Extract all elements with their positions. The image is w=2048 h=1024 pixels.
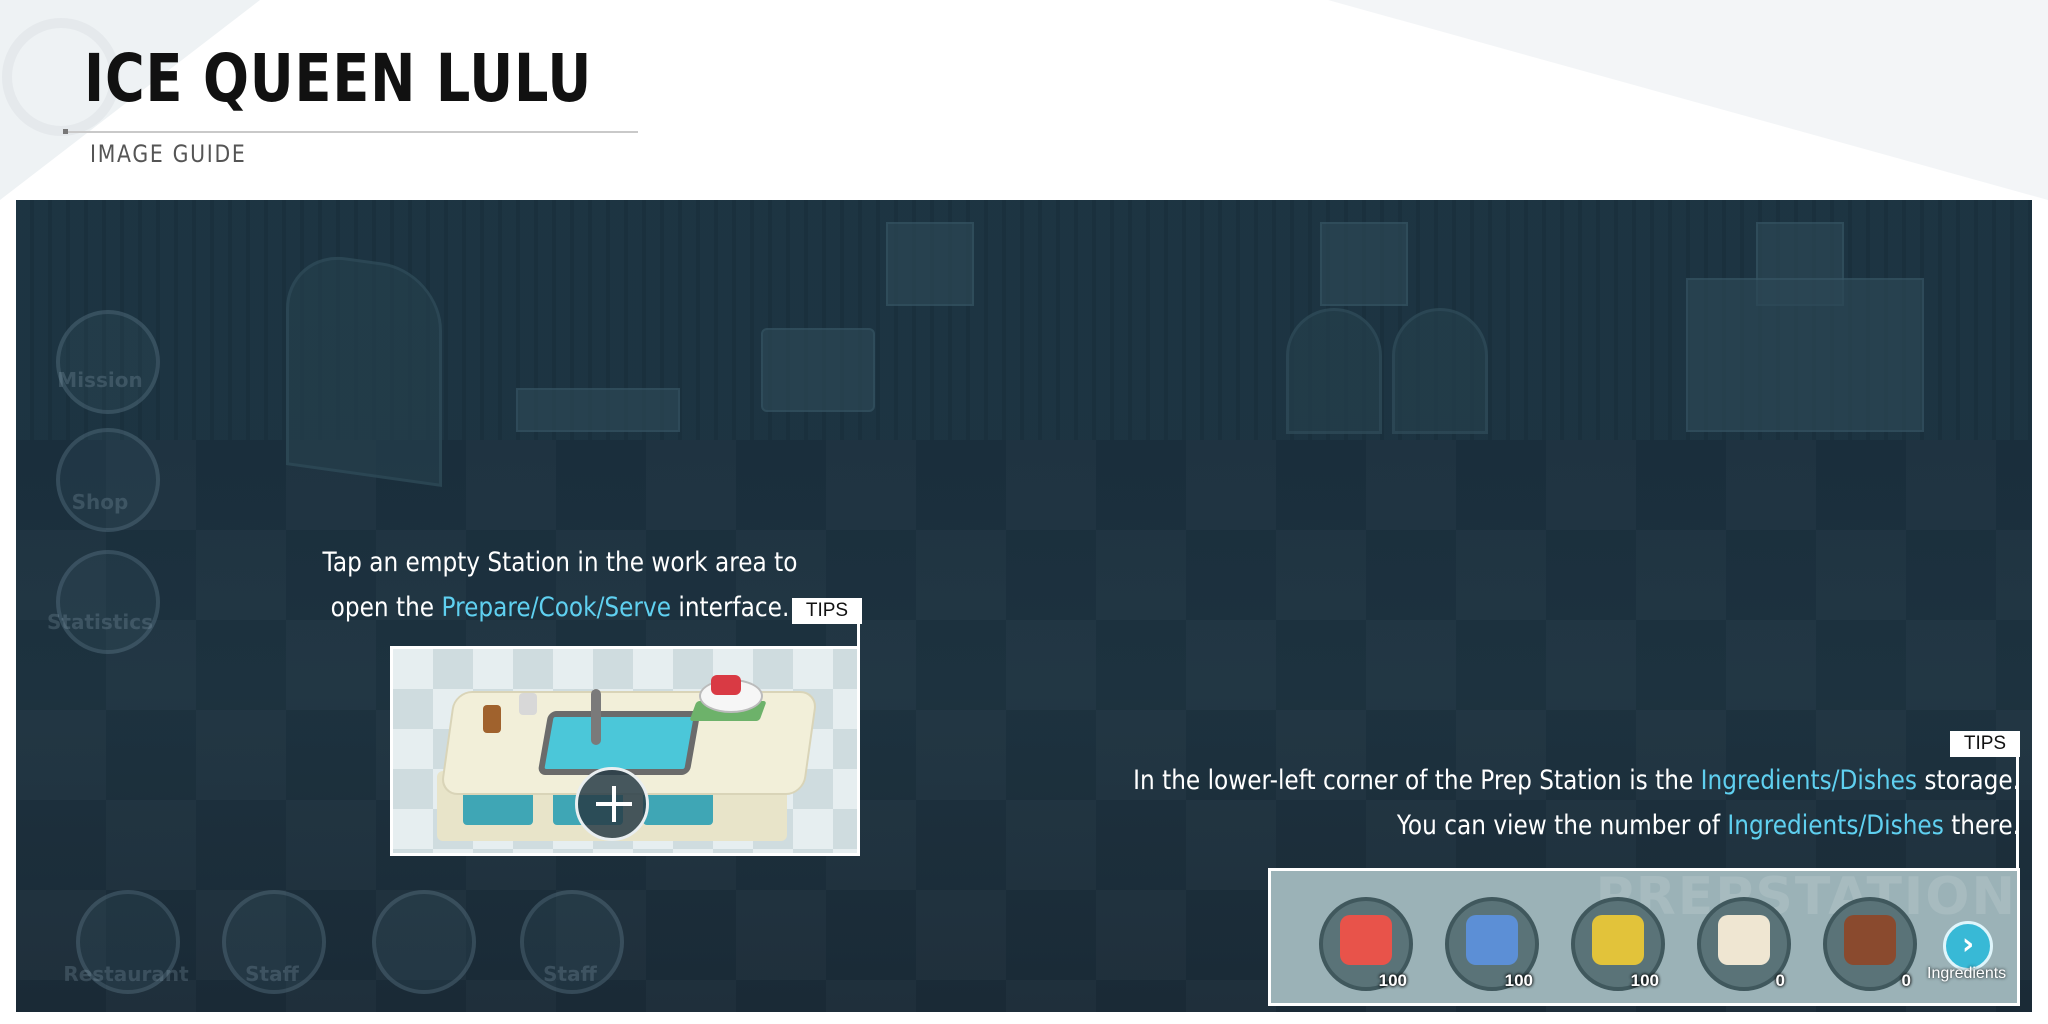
grilled-meat-icon bbox=[1844, 915, 1896, 965]
ingredients-storage-bar: PREPSTATION 100 100 100 0 0 › Ingredients bbox=[1268, 868, 2020, 1006]
display-fridge bbox=[1686, 278, 1924, 432]
tip1-highlight: Prepare/Cook/Serve bbox=[441, 592, 672, 623]
tip2-highlight-1: Ingredients/Dishes bbox=[1700, 765, 1918, 796]
title-divider bbox=[64, 131, 638, 133]
tip1-line1: Tap an empty Station in the work area to bbox=[322, 547, 798, 578]
tip1-text: Tap an empty Station in the work area to… bbox=[302, 540, 818, 630]
tip2-connector bbox=[2016, 755, 2019, 871]
page-subtitle: IMAGE GUIDE bbox=[90, 140, 247, 168]
mission-menu-icon bbox=[56, 310, 160, 414]
locked-menu-icon bbox=[372, 890, 476, 994]
ingredient-count: 0 bbox=[1901, 971, 1911, 990]
staff-menu-label: Staff bbox=[245, 962, 299, 986]
ingredient-slot[interactable]: 100 bbox=[1571, 897, 1665, 991]
staff-menu-label-2: Staff bbox=[543, 962, 597, 986]
ingredient-count: 0 bbox=[1775, 971, 1785, 990]
wall-shelf bbox=[886, 222, 974, 306]
mission-menu-label: Mission bbox=[57, 368, 143, 392]
jukebox bbox=[1286, 308, 1382, 434]
tip2-text: In the lower-left corner of the Prep Sta… bbox=[1074, 758, 2020, 848]
flour-sack-icon bbox=[1718, 915, 1770, 965]
salt-shaker-icon bbox=[519, 693, 537, 715]
faucet bbox=[591, 689, 601, 745]
add-station-button[interactable] bbox=[575, 767, 649, 841]
ingredient-count: 100 bbox=[1630, 971, 1659, 990]
fruit-platter-icon bbox=[1340, 915, 1392, 965]
tip1-badge: TIPS bbox=[792, 598, 862, 624]
boxes-stack bbox=[516, 388, 680, 432]
ingredient-slot[interactable]: 0 bbox=[1823, 897, 1917, 991]
tip2-line2-post: there. bbox=[1943, 810, 2020, 841]
tip2-line2-pre: You can view the number of bbox=[1396, 810, 1728, 841]
station-illustration bbox=[390, 646, 860, 856]
ingredients-label: Ingredients bbox=[1927, 965, 2007, 982]
title-divider-dot bbox=[63, 129, 68, 134]
milk-carton-icon bbox=[1466, 915, 1518, 965]
ingredient-count: 100 bbox=[1378, 971, 1407, 990]
tip2-line1-post: storage. bbox=[1917, 765, 2020, 796]
tip1-line2: open the Prepare/Cook/Serve interface. bbox=[302, 585, 818, 630]
shop-menu-label: Shop bbox=[71, 490, 129, 514]
wall-shelf bbox=[1320, 222, 1408, 306]
sink bbox=[537, 711, 701, 775]
fruit-cart bbox=[761, 328, 875, 412]
ingredient-slot[interactable]: 0 bbox=[1697, 897, 1791, 991]
statistics-menu-icon bbox=[56, 550, 160, 654]
tip2-line1-pre: In the lower-left corner of the Prep Sta… bbox=[1133, 765, 1701, 796]
ingredient-slot[interactable]: 100 bbox=[1445, 897, 1539, 991]
tip1-line2-post: interface. bbox=[671, 592, 790, 623]
prep-station-watermark: PREPSTATION bbox=[1595, 868, 2017, 927]
ingredients-next-button[interactable]: › bbox=[1943, 921, 1993, 971]
statistics-menu-label: Statistics bbox=[47, 610, 153, 634]
restaurant-menu-label: Restaurant bbox=[63, 962, 189, 986]
sugar-bag-icon bbox=[1592, 915, 1644, 965]
tip1-line2-pre: open the bbox=[330, 592, 442, 623]
tip2-line2: You can view the number of Ingredients/D… bbox=[1074, 803, 2020, 848]
page-title: ICE QUEEN LULU bbox=[84, 40, 593, 117]
ingredient-count: 100 bbox=[1504, 971, 1533, 990]
tip2-highlight-2: Ingredients/Dishes bbox=[1727, 810, 1944, 841]
ingredient-slot[interactable]: 100 bbox=[1319, 897, 1413, 991]
cup-icon bbox=[483, 705, 501, 733]
meat-icon bbox=[711, 675, 741, 695]
tip2-line1: In the lower-left corner of the Prep Sta… bbox=[1074, 758, 2020, 803]
restaurant-door bbox=[286, 249, 442, 487]
tip1-connector bbox=[857, 624, 860, 648]
tip2-badge: TIPS bbox=[1950, 731, 2020, 757]
header-right-shape bbox=[1328, 0, 2048, 200]
shop-menu-icon bbox=[56, 428, 160, 532]
jukebox bbox=[1392, 308, 1488, 434]
